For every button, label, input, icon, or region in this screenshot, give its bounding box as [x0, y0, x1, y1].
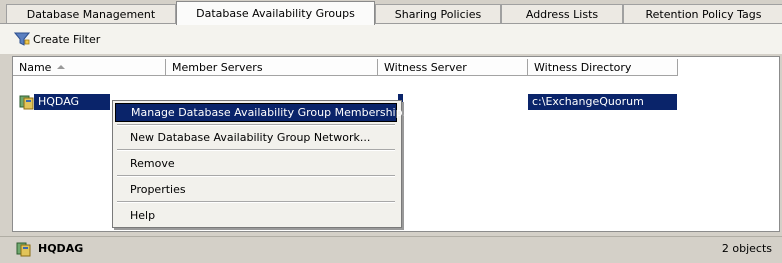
menu-separator	[117, 201, 395, 203]
dag-icon	[19, 94, 35, 110]
column-header-member-servers[interactable]: Member Servers	[166, 59, 378, 76]
status-selected-name: HQDAG	[38, 242, 84, 255]
context-menu: Manage Database Availability Group Membe…	[112, 100, 413, 228]
tab-retention-policy-tags[interactable]: Retention Policy Tags	[623, 4, 782, 24]
filter-icon	[13, 31, 31, 47]
tab-address-lists[interactable]: Address Lists	[501, 4, 623, 24]
menu-separator	[117, 175, 395, 177]
menu-item-properties[interactable]: Properties	[115, 180, 397, 199]
column-header-witness-server[interactable]: Witness Server	[378, 59, 528, 76]
dag-icon	[16, 241, 32, 257]
tab-strip: Database Management Database Availabilit…	[0, 0, 782, 26]
column-header-name-label: Name	[19, 61, 52, 74]
create-filter-button[interactable]: Create Filter	[13, 30, 101, 48]
row-witness-directory-cell[interactable]: c:\ExchangeQuorum	[528, 94, 677, 110]
menu-item-help[interactable]: Help	[115, 206, 397, 225]
status-bar: HQDAG 2 objects	[0, 236, 782, 263]
toolbar: Create Filter	[0, 24, 782, 54]
create-filter-label: Create Filter	[33, 32, 101, 46]
menu-separator	[117, 124, 395, 126]
tab-sharing-policies[interactable]: Sharing Policies	[375, 4, 501, 24]
menu-separator	[117, 149, 395, 151]
menu-item-manage-dag-membership[interactable]: Manage Database Availability Group Membe…	[115, 103, 413, 122]
list-header: Name Member Servers Witness Server Witne…	[13, 57, 779, 77]
tab-database-availability-groups[interactable]: Database Availability Groups	[176, 1, 375, 25]
menu-item-new-dag-network[interactable]: New Database Availability Group Network.…	[115, 128, 397, 147]
tab-database-management[interactable]: Database Management	[6, 4, 176, 24]
column-header-name[interactable]: Name	[13, 59, 166, 76]
status-object-count: 2 objects	[721, 242, 772, 255]
row-name-cell[interactable]: HQDAG	[34, 94, 110, 110]
column-header-witness-directory[interactable]: Witness Directory	[528, 59, 678, 76]
sort-ascending-icon	[57, 65, 66, 69]
menu-item-remove[interactable]: Remove	[115, 154, 397, 173]
